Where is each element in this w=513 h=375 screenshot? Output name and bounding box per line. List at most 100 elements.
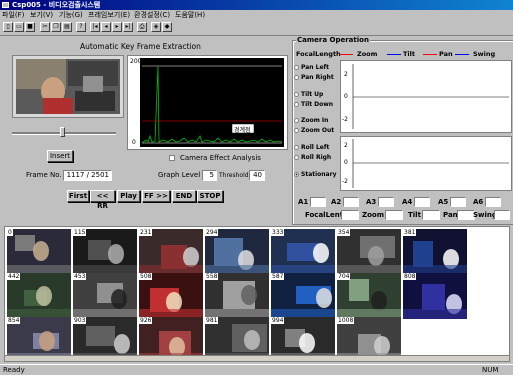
camera-effect-label: Camera Effect Analysis [180,154,261,162]
keyframe-thumbnail[interactable]: 381 [403,229,467,275]
legend-swing-swatch [455,54,469,55]
keyframe-thumbnail[interactable]: 558 [205,273,269,319]
radio-roll-left[interactable]: Roll Left [294,144,329,151]
camera-chart-top: 2 0 -2 [340,60,512,133]
video-preview-frame [12,55,124,118]
thumbnail-frame-number: 442 [7,273,21,280]
gallery-scrollbar[interactable] [5,355,509,361]
app-icon [2,2,9,8]
first-button[interactable]: First [67,190,89,202]
paste-icon[interactable]: ▤ [62,22,72,32]
keyframe-graph-frame: 200 0 경계점 [127,55,288,150]
open-icon[interactable]: ▭ [14,22,24,32]
thumbnail-frame-number: 994 [271,317,285,324]
menu-function[interactable]: 기능(G) [59,10,83,20]
radio-pan-right[interactable]: Pan Right [294,74,334,81]
keyframe-thumbnail[interactable]: 808 [403,273,467,319]
thumbnail-frame-number: 231 [139,229,153,236]
first-icon[interactable]: |◂ [90,22,100,32]
thumbnail-frame-number: 558 [205,273,219,280]
video-preview [16,59,120,114]
insert-button[interactable]: Insert [47,150,73,162]
next-icon[interactable]: ▸ [112,22,122,32]
keyframe-thumbnail[interactable]: 0 [7,229,71,275]
tool-icon[interactable]: ◆ [162,22,172,32]
graph-boundary-label: 경계점 [234,127,251,134]
keyframe-thumbnail[interactable]: 508 [139,273,203,319]
keyframe-thumbnail[interactable]: 453 [73,273,137,319]
field-a3[interactable] [378,197,394,207]
help-icon[interactable]: ? [76,22,86,32]
keyframe-thumbnail[interactable]: 115 [73,229,137,275]
play-button[interactable]: Play [117,190,140,202]
menu-view[interactable]: 보기(V) [30,10,53,20]
radio-tilt-up[interactable]: Tilt Up [294,91,323,98]
stop-button[interactable]: STOP [197,190,223,202]
radio-stationary[interactable]: Stationary [294,171,336,178]
legend-pan: Pan [439,50,453,58]
focal-length-field[interactable] [341,210,359,220]
legend-zoom: Zoom [357,50,378,58]
zoom-field[interactable] [385,210,403,220]
field-a5-label: A5 [438,198,449,206]
last-icon[interactable]: ▸| [123,22,133,32]
tick-top-2: 2 [344,71,348,78]
field-a6-label: A6 [473,198,484,206]
keyframe-thumbnail[interactable]: 231 [139,229,203,275]
field-a2[interactable] [343,197,359,207]
radio-tilt-down[interactable]: Tilt Down [294,101,333,108]
radio-zoom-in[interactable]: Zoom In [294,117,328,124]
tilt-field[interactable] [422,210,440,220]
menu-file[interactable]: 파일(F) [2,10,24,20]
legend-zoom-swatch [339,54,353,55]
panel-title: Automatic Key Frame Extraction [80,42,201,51]
field-a5[interactable] [450,197,466,207]
radio-pan-left[interactable]: Pan Left [294,64,329,71]
thumbnail-frame-number: 294 [205,229,219,236]
print-icon[interactable]: ⎙ [137,22,147,32]
threshold-field[interactable]: 40 [249,170,265,181]
thumbnail-frame-number: 808 [403,273,417,280]
field-a1-label: A1 [298,198,309,206]
thumbnail-frame-number: 354 [337,229,351,236]
field-a1[interactable] [310,197,326,207]
legend-tilt-swatch [387,54,401,55]
end-button[interactable]: END [172,190,196,202]
rewind-button[interactable]: << RR [90,190,115,210]
window-title: Csp005 - 비디오검출시스템 [12,1,101,9]
graph-y-bottom: 0 [132,139,136,146]
thumbnail-frame-number: 508 [139,273,153,280]
keyframe-thumbnail[interactable]: 354 [337,229,401,275]
menu-settings[interactable]: 환경설정(C) [134,10,170,20]
about-icon[interactable]: ◈ [151,22,161,32]
frame-slider-handle[interactable] [60,127,65,137]
thumbnail-frame-number: 115 [73,229,87,236]
menu-help[interactable]: 도움말(H) [175,10,205,20]
field-a6[interactable] [485,197,501,207]
fast-forward-button[interactable]: FF >> [142,190,170,202]
keyframe-thumbnail[interactable]: 587 [271,273,335,319]
prev-icon[interactable]: ◂ [101,22,111,32]
cut-icon[interactable]: ✂ [40,22,50,32]
thumbnail-frame-number: 1008 [337,317,355,324]
keyframe-thumbnail[interactable]: 333 [271,229,335,275]
radio-roll-right[interactable]: Roll Righ [294,154,331,161]
camera-effect-checkbox[interactable] [169,155,175,161]
graph-y-top: 200 [130,58,142,65]
keyframe-thumbnail[interactable]: 442 [7,273,71,319]
thumbnail-frame-number: 903 [73,317,87,324]
radio-zoom-out[interactable]: Zoom Out [294,127,334,134]
thumbnail-frame-number: 381 [403,229,417,236]
keyframe-thumbnail[interactable]: 704 [337,273,401,319]
copy-icon[interactable]: ❐ [51,22,61,32]
thumbnail-frame-number: 981 [205,317,219,324]
graph-level-field[interactable]: 5 [202,170,217,181]
frame-no-field[interactable]: 1117 / 2501 [63,170,112,181]
keyframe-thumbnail[interactable]: 294 [205,229,269,275]
field-a4[interactable] [414,197,430,207]
swing-field[interactable] [494,210,510,220]
threshold-label: Threshold [219,172,249,179]
new-icon[interactable]: ▯ [3,22,13,32]
menu-frameview[interactable]: 프레임보기(E) [88,10,130,20]
save-icon[interactable]: ■ [25,22,35,32]
